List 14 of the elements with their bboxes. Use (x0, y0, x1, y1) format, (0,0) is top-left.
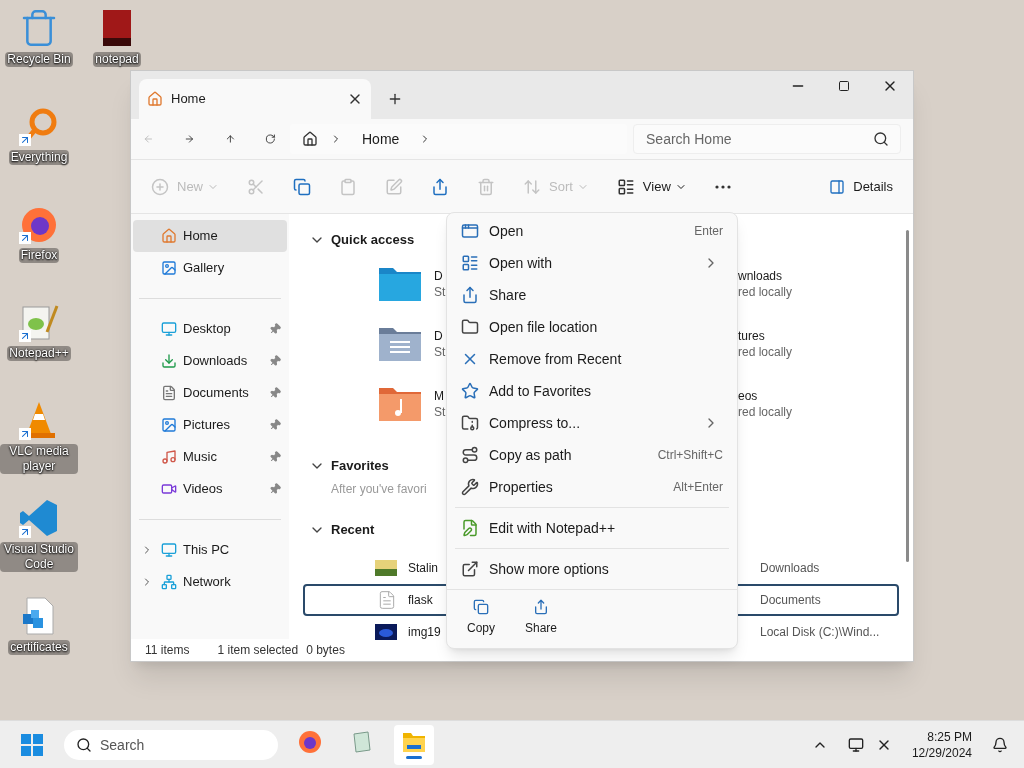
folder-name: D (434, 328, 444, 344)
favorites-hint: After you've favori (331, 481, 427, 498)
status-text: 1 item selected (217, 642, 299, 659)
tab-label: Home (171, 90, 207, 109)
status-text: 0 bytes (306, 642, 345, 659)
folder-status: red locally (738, 404, 793, 420)
folder-status: red locally (738, 284, 793, 300)
folder-name: D (434, 268, 444, 284)
status-text: 11 items (145, 642, 190, 659)
folder-status: St (434, 344, 446, 360)
folder-status: St (434, 284, 446, 300)
folder-status: St (434, 404, 446, 420)
folder-status: red locally (738, 344, 793, 360)
folder-name: M (434, 388, 445, 404)
